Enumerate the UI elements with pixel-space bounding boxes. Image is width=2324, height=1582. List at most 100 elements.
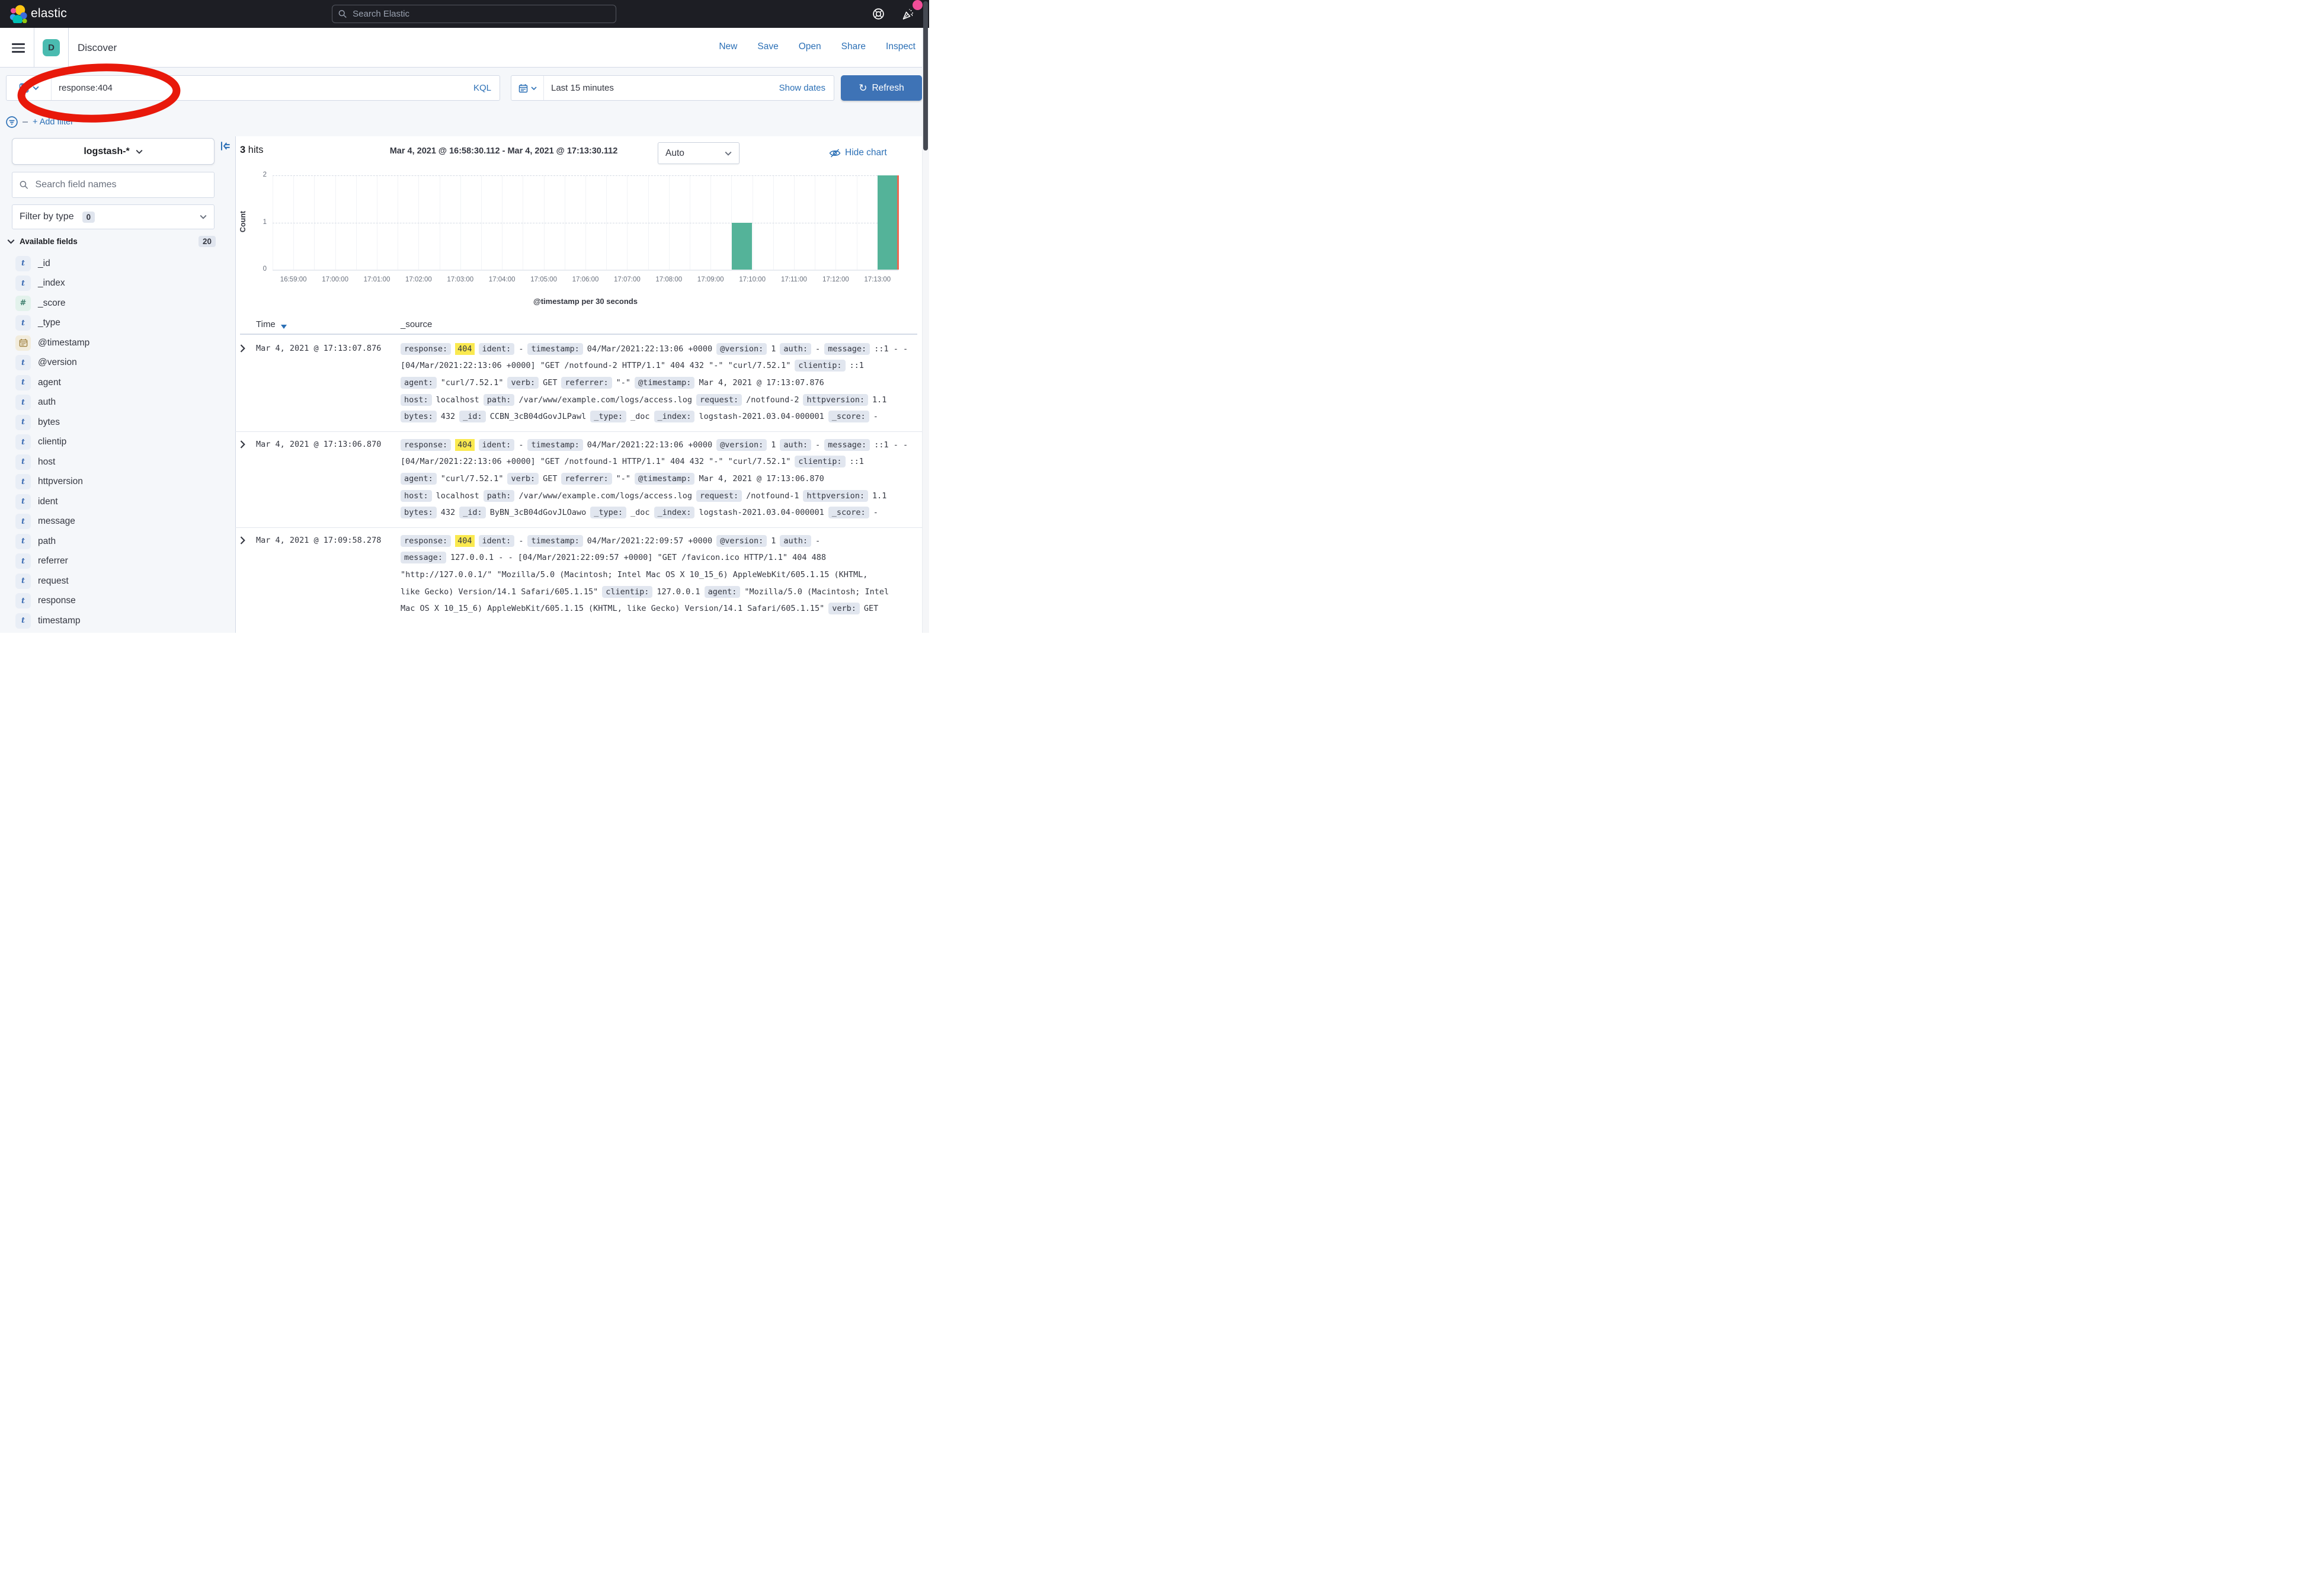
field-item[interactable]: tclientip <box>15 434 66 450</box>
expand-row-icon[interactable] <box>240 440 246 451</box>
collapse-sidebar-icon[interactable] <box>220 140 231 152</box>
field-item[interactable]: trequest <box>15 573 69 589</box>
field-item[interactable]: tbytes <box>15 414 60 430</box>
help-icon[interactable] <box>872 8 885 20</box>
time-range-value[interactable]: Last 15 minutes <box>551 83 779 93</box>
date-quick-select-button[interactable] <box>511 76 544 100</box>
chevron-down-icon <box>33 86 39 90</box>
field-badge: agent: <box>401 473 437 485</box>
refresh-label: Refresh <box>872 83 904 94</box>
field-name: _id <box>38 258 50 269</box>
saved-queries-button[interactable] <box>7 76 52 100</box>
scrollbar-thumb[interactable] <box>923 1 928 150</box>
field-item[interactable]: t_id <box>15 255 50 271</box>
field-item[interactable]: ttimestamp <box>15 613 81 629</box>
field-item[interactable]: tresponse <box>15 593 76 609</box>
field-badge: timestamp: <box>527 535 582 547</box>
source-line: response:404ident:-timestamp:04/Mar/2021… <box>401 342 908 356</box>
source-line: Mac OS X 10_15_6) AppleWebKit/605.1.15 (… <box>401 602 878 616</box>
field-type-badge: t <box>15 593 31 609</box>
field-item[interactable]: t@version <box>15 355 77 371</box>
field-item[interactable]: tident <box>15 494 58 510</box>
source-line: message:127.0.0.1 - - [04/Mar/2021:22:09… <box>401 551 826 565</box>
refresh-button[interactable]: ↻ Refresh <box>841 75 922 101</box>
field-item[interactable]: tpath <box>15 533 56 549</box>
field-item[interactable]: t_type <box>15 315 60 331</box>
field-value: - <box>815 440 820 450</box>
field-name: clientip <box>38 437 66 447</box>
field-badge: message: <box>824 343 870 355</box>
field-item[interactable]: tauth <box>15 395 56 411</box>
time-end-marker <box>897 175 899 270</box>
appbar-action-open[interactable]: Open <box>799 41 821 52</box>
field-item[interactable]: t_index <box>15 276 65 292</box>
query-language-button[interactable]: KQL <box>465 83 500 93</box>
field-search-input[interactable] <box>34 179 207 191</box>
add-filter-button[interactable]: + Add filter <box>33 117 73 127</box>
expand-row-icon[interactable] <box>240 536 246 547</box>
column-header-time[interactable]: Time <box>256 319 276 329</box>
field-badge: agent: <box>401 377 437 389</box>
document-time: Mar 4, 2021 @ 17:13:07.876 <box>256 344 381 353</box>
field-value: _doc <box>630 508 650 517</box>
query-input[interactable] <box>57 82 465 94</box>
global-search-input[interactable] <box>351 8 610 20</box>
sort-descending-icon[interactable] <box>281 325 287 329</box>
interval-select[interactable]: Auto <box>658 142 740 164</box>
field-value: 04/Mar/2021:22:13:06 +0000 <box>587 344 712 354</box>
field-badge: path: <box>484 490 515 502</box>
field-value: ::1 <box>850 457 864 466</box>
histogram-chart <box>273 175 898 270</box>
menu-icon[interactable] <box>12 43 25 53</box>
field-value: - <box>518 536 523 546</box>
document-time: Mar 4, 2021 @ 17:09:58.278 <box>256 536 381 545</box>
field-type-badge: t <box>15 315 31 331</box>
x-axis-baseline <box>273 270 898 271</box>
x-tick-label: 17:09:00 <box>689 276 732 283</box>
y-axis-title: Count <box>239 204 247 239</box>
hide-chart-label: Hide chart <box>845 148 887 158</box>
field-value: "curl/7.52.1" <box>441 378 504 388</box>
table-header-divider <box>240 334 917 335</box>
index-pattern-select[interactable]: logstash-* <box>12 138 215 165</box>
highlighted-value: 404 <box>455 535 474 547</box>
field-name: message <box>38 516 75 527</box>
elastic-logo-icon[interactable] <box>9 5 28 23</box>
show-dates-button[interactable]: Show dates <box>779 83 834 93</box>
field-item[interactable]: thttpversion <box>15 474 83 490</box>
field-badge: referrer: <box>561 377 612 389</box>
available-fields-header[interactable]: Available fields 20 <box>7 236 216 247</box>
filter-by-type[interactable]: Filter by type 0 <box>12 204 215 229</box>
field-type-badge: t <box>15 553 31 569</box>
global-search-box[interactable] <box>332 5 616 23</box>
chevron-down-icon <box>7 239 15 244</box>
x-tick-label: 17:02:00 <box>397 276 440 283</box>
field-badge: message: <box>401 552 446 563</box>
field-item[interactable]: tmessage <box>15 514 75 530</box>
histogram-bar[interactable] <box>878 175 898 270</box>
field-badge: @version: <box>716 439 767 451</box>
field-type-badge: t <box>15 415 31 430</box>
chevron-down-icon <box>136 149 143 154</box>
filter-icon[interactable] <box>6 116 18 128</box>
field-item[interactable]: tagent <box>15 374 61 390</box>
hide-chart-button[interactable]: Hide chart <box>829 148 887 158</box>
histogram-bar[interactable] <box>732 223 752 270</box>
appbar-action-share[interactable]: Share <box>841 41 866 52</box>
field-item[interactable]: treferrer <box>15 553 68 569</box>
field-item[interactable]: @timestamp <box>15 335 89 351</box>
y-tick-label: 0 <box>254 265 267 273</box>
appbar-action-inspect[interactable]: Inspect <box>886 41 915 52</box>
app-badge[interactable]: D <box>43 39 60 56</box>
field-value: like Gecko) Version/14.1 Safari/605.1.15… <box>401 587 598 597</box>
newsfeed-icon[interactable] <box>901 8 914 21</box>
field-item[interactable]: thost <box>15 454 55 470</box>
appbar-action-new[interactable]: New <box>719 41 737 52</box>
appbar-action-save[interactable]: Save <box>757 41 778 52</box>
field-value: ::1 - - <box>874 344 908 354</box>
source-line: bytes:432_id:CCBN_3cB04dGovJLPawl_type:_… <box>401 410 878 424</box>
field-badge: @timestamp: <box>635 473 694 485</box>
expand-row-icon[interactable] <box>240 344 246 356</box>
field-type-badge: t <box>15 474 31 489</box>
field-item[interactable]: #_score <box>15 295 66 311</box>
